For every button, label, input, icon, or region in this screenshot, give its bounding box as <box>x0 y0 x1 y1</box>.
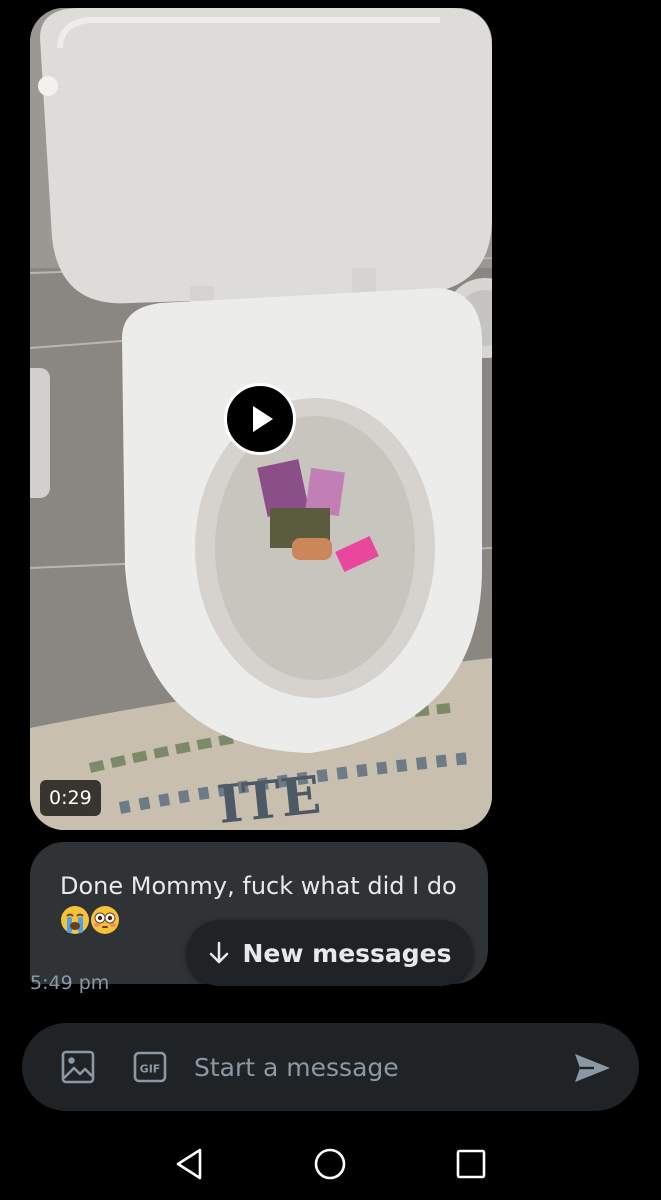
back-icon[interactable] <box>170 1144 210 1184</box>
new-messages-label: New messages <box>242 938 452 968</box>
recents-icon[interactable] <box>450 1144 490 1184</box>
message-composer: GIF <box>22 1023 639 1111</box>
flushed-face-emoji <box>91 906 119 934</box>
play-icon <box>253 406 273 432</box>
system-navigation-bar <box>0 1130 661 1200</box>
message-text: Done Mommy, fuck what did I do <box>60 872 457 900</box>
gif-icon[interactable]: GIF <box>132 1049 168 1085</box>
new-messages-button[interactable]: New messages <box>187 920 473 986</box>
image-icon[interactable] <box>60 1049 96 1085</box>
arrow-down-icon <box>210 941 229 964</box>
gif-label: GIF <box>140 1063 161 1076</box>
play-button[interactable] <box>224 383 296 455</box>
message-input[interactable] <box>194 1047 554 1087</box>
home-icon[interactable] <box>310 1144 350 1184</box>
loudly-crying-face-emoji <box>61 906 89 934</box>
send-icon[interactable] <box>572 1048 612 1088</box>
video-duration: 0:29 <box>40 780 101 816</box>
message-timestamp: 5:49 pm <box>30 972 110 994</box>
video-message[interactable]: ITE 0:29 <box>30 8 492 830</box>
svg-text:ITE: ITE <box>215 765 323 830</box>
